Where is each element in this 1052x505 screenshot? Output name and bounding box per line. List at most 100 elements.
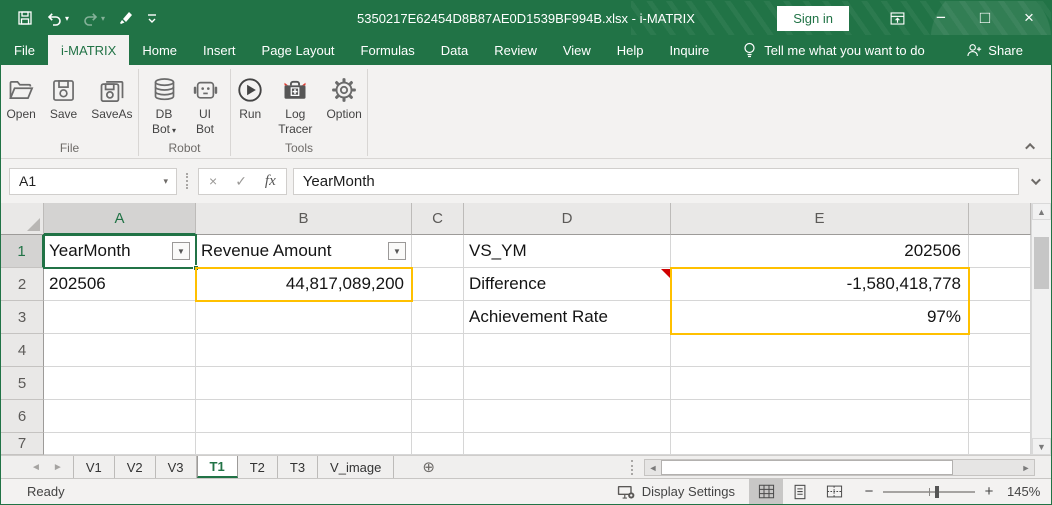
cell-B1[interactable]: Revenue Amount▼ [196,235,412,268]
cancel-entry-icon[interactable]: × [209,173,217,189]
tab-file[interactable]: File [1,35,48,65]
log-tracer-button[interactable]: Log Tracer [272,70,318,140]
cell-E7[interactable] [671,433,969,455]
tab-help[interactable]: Help [604,35,657,65]
cell-E2[interactable]: -1,580,418,778 [671,268,969,301]
cell-C6[interactable] [412,400,464,433]
cell-F4[interactable] [969,334,1031,367]
tab-inquire[interactable]: Inquire [657,35,723,65]
cell-A6[interactable] [44,400,196,433]
cell-D7[interactable] [464,433,671,455]
column-header-A[interactable]: A [44,203,196,235]
cell-F5[interactable] [969,367,1031,400]
scroll-left-icon[interactable]: ◄ [645,460,661,475]
cell-F2[interactable] [969,268,1031,301]
cell-C1[interactable] [412,235,464,268]
row-header-6[interactable]: 6 [1,400,44,433]
insert-function-icon[interactable]: fx [265,173,276,190]
zoom-in-icon[interactable]: + [983,483,995,500]
maximize-button[interactable]: □ [963,1,1007,35]
page-break-preview-button[interactable] [817,479,851,504]
cell-C2[interactable] [412,268,464,301]
ui-bot-button[interactable]: UI Bot [186,70,225,140]
open-button[interactable]: Open [0,70,41,125]
cell-F7[interactable] [969,433,1031,455]
format-painter-icon[interactable] [114,7,138,29]
sheet-tab-v2[interactable]: V2 [115,456,156,478]
cell-B2[interactable]: 44,817,089,200 [196,268,412,301]
cell-D3[interactable]: Achievement Rate [464,301,671,334]
scroll-right-icon[interactable]: ► [1018,460,1034,475]
column-header-F-partial[interactable] [969,203,1031,235]
cell-C4[interactable] [412,334,464,367]
sheet-tab-t1[interactable]: T1 [197,456,238,478]
formula-input[interactable]: YearMonth [293,168,1019,195]
ribbon-display-options-icon[interactable] [875,1,919,35]
column-header-C[interactable]: C [412,203,464,235]
redo-button[interactable]: ▾ [78,8,109,29]
cell-F6[interactable] [969,400,1031,433]
cell-A1[interactable]: YearMonth▼ [44,235,196,268]
cell-D2[interactable]: Difference [464,268,671,301]
sheet-tab-v1[interactable]: V1 [73,456,115,478]
cell-A4[interactable] [44,334,196,367]
sheet-tab-v3[interactable]: V3 [156,456,197,478]
undo-button[interactable]: ▾ [42,8,73,29]
cell-A3[interactable] [44,301,196,334]
customize-qat-icon[interactable] [143,9,161,27]
row-header-7[interactable]: 7 [1,433,44,455]
db-bot-button[interactable]: DB Bot▾ [145,70,184,141]
minimize-button[interactable]: − [919,1,963,35]
saveas-button[interactable]: SaveAs [85,70,138,125]
cell-D1[interactable]: VS_YM [464,235,671,268]
zoom-slider[interactable] [883,485,975,499]
select-all-corner[interactable] [1,203,44,235]
cell-E4[interactable] [671,334,969,367]
cell-E3[interactable]: 97% [671,301,969,334]
tab-home[interactable]: Home [129,35,190,65]
cell-D5[interactable] [464,367,671,400]
name-box[interactable]: A1 ▾ [9,168,177,195]
tab-review[interactable]: Review [481,35,550,65]
cell-B4[interactable] [196,334,412,367]
zoom-level[interactable]: 145% [1007,484,1051,499]
fill-handle[interactable] [193,265,199,271]
expand-formula-bar-button[interactable] [1025,178,1043,185]
sheet-nav-right-icon[interactable]: ► [53,462,63,473]
cell-B7[interactable] [196,433,412,455]
cell-D6[interactable] [464,400,671,433]
option-button[interactable]: Option [320,70,367,125]
filter-dropdown-icon[interactable]: ▼ [172,242,190,260]
zoom-out-icon[interactable]: − [863,483,875,500]
cell-F1[interactable] [969,235,1031,268]
cell-A5[interactable] [44,367,196,400]
row-header-5[interactable]: 5 [1,367,44,400]
horizontal-scrollbar-thumb[interactable] [661,460,953,475]
collapse-ribbon-button[interactable] [1023,140,1039,152]
sheet-tab-t2[interactable]: T2 [238,456,278,478]
column-header-B[interactable]: B [196,203,412,235]
row-header-2[interactable]: 2 [1,268,44,301]
vertical-scrollbar-thumb[interactable] [1034,237,1049,289]
tab-page-layout[interactable]: Page Layout [249,35,348,65]
cell-A2[interactable]: 202506 [44,268,196,301]
cell-C3[interactable] [412,301,464,334]
zoom-slider-thumb[interactable] [935,486,939,498]
column-header-E[interactable]: E [671,203,969,235]
row-header-3[interactable]: 3 [1,301,44,334]
sheet-nav-left-icon[interactable]: ◄ [31,462,41,473]
row-header-4[interactable]: 4 [1,334,44,367]
save-button[interactable]: Save [44,70,83,125]
tab-formulas[interactable]: Formulas [348,35,428,65]
quick-save-icon[interactable] [13,7,37,29]
tell-me-box[interactable]: Tell me what you want to do [742,35,924,65]
cell-C5[interactable] [412,367,464,400]
cell-E6[interactable] [671,400,969,433]
name-box-dropdown-icon[interactable]: ▾ [163,176,168,187]
scroll-down-icon[interactable]: ▼ [1032,438,1051,455]
column-header-D[interactable]: D [464,203,671,235]
tab-view[interactable]: View [550,35,604,65]
scroll-up-icon[interactable]: ▲ [1032,203,1051,220]
normal-view-button[interactable] [749,479,783,504]
vertical-scrollbar[interactable]: ▲ ▼ [1031,203,1051,455]
